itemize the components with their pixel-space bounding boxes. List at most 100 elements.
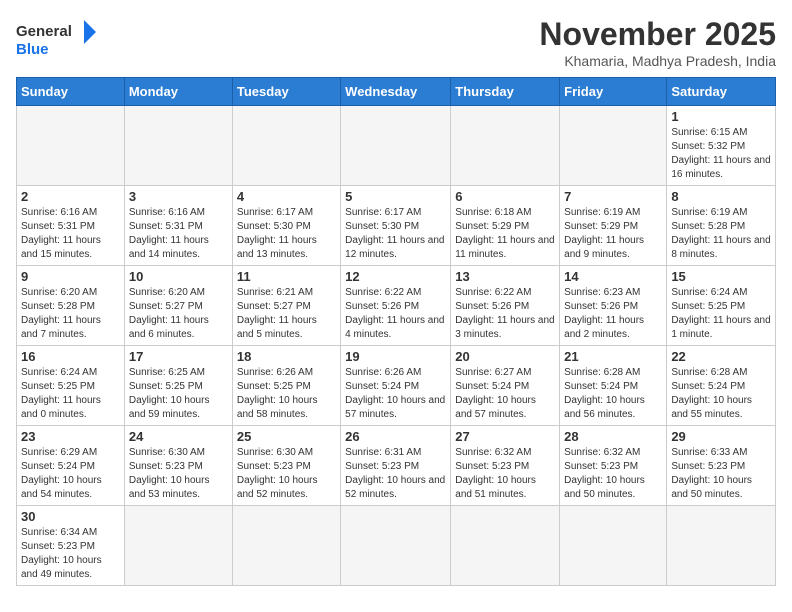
logo-brand: General Blue xyxy=(16,16,96,66)
day-info: Sunrise: 6:16 AM Sunset: 5:31 PM Dayligh… xyxy=(129,206,228,262)
day-number: 23 xyxy=(21,429,120,444)
month-title: November 2025 xyxy=(539,16,776,53)
day-info: Sunrise: 6:15 AM Sunset: 5:32 PM Dayligh… xyxy=(671,126,771,182)
calendar-cell: 19Sunrise: 6:26 AM Sunset: 5:24 PM Dayli… xyxy=(341,346,451,426)
day-info: Sunrise: 6:34 AM Sunset: 5:23 PM Dayligh… xyxy=(21,526,120,582)
calendar-cell: 28 Sunrise: 6:32 AM Sunset: 5:23 PM Dayli… xyxy=(560,426,667,506)
day-number: 6 xyxy=(455,189,555,204)
calendar-cell xyxy=(232,106,340,186)
calendar-cell: 5Sunrise: 6:17 AM Sunset: 5:30 PM Daylig… xyxy=(341,186,451,266)
day-number: 4 xyxy=(237,189,336,204)
weekday-header-sunday: Sunday xyxy=(17,78,125,106)
day-number: 3 xyxy=(129,189,228,204)
calendar-cell: 2 Sunrise: 6:16 AM Sunset: 5:31 PM Daylig… xyxy=(17,186,125,266)
calendar-cell xyxy=(341,106,451,186)
day-info: Sunrise: 6:24 AM Sunset: 5:25 PM Dayligh… xyxy=(671,286,771,342)
calendar-cell: 26 Sunrise: 6:31 AM Sunset: 5:23 PM Dayli… xyxy=(341,426,451,506)
day-info: Sunrise: 6:28 AM Sunset: 5:24 PM Dayligh… xyxy=(564,366,662,422)
calendar-cell xyxy=(560,506,667,586)
day-number: 9 xyxy=(21,269,120,284)
weekday-header-thursday: Thursday xyxy=(451,78,560,106)
calendar-cell: 23Sunrise: 6:29 AM Sunset: 5:24 PM Dayli… xyxy=(17,426,125,506)
logo-svg: General Blue xyxy=(16,16,96,66)
day-number: 26 xyxy=(345,429,446,444)
calendar-cell: 13Sunrise: 6:22 AM Sunset: 5:26 PM Dayli… xyxy=(451,266,560,346)
day-number: 19 xyxy=(345,349,446,364)
svg-text:Blue: Blue xyxy=(16,41,49,58)
day-info: Sunrise: 6:30 AM Sunset: 5:23 PM Dayligh… xyxy=(129,446,228,502)
day-number: 30 xyxy=(21,509,120,524)
calendar-cell: 4 Sunrise: 6:17 AM Sunset: 5:30 PM Daylig… xyxy=(232,186,340,266)
calendar-cell xyxy=(560,106,667,186)
day-number: 25 xyxy=(237,429,336,444)
day-info: Sunrise: 6:32 AM Sunset: 5:23 PM Dayligh… xyxy=(564,446,662,502)
page-header: General Blue November 2025 Khamaria, Mad… xyxy=(16,16,776,69)
day-number: 12 xyxy=(345,269,446,284)
week-row-4: 16 Sunrise: 6:24 AM Sunset: 5:25 PM Dayli… xyxy=(17,346,776,426)
day-info: Sunrise: 6:27 AM Sunset: 5:24 PM Dayligh… xyxy=(455,366,555,422)
day-info: Sunrise: 6:17 AM Sunset: 5:30 PM Dayligh… xyxy=(237,206,336,262)
day-info: Sunrise: 6:30 AM Sunset: 5:23 PM Dayligh… xyxy=(237,446,336,502)
calendar-cell xyxy=(451,506,560,586)
day-info: Sunrise: 6:26 AM Sunset: 5:25 PM Dayligh… xyxy=(237,366,336,422)
calendar-cell xyxy=(667,506,776,586)
calendar-cell: 7Sunrise: 6:19 AM Sunset: 5:29 PM Daylig… xyxy=(560,186,667,266)
weekday-header-friday: Friday xyxy=(560,78,667,106)
day-number: 17 xyxy=(129,349,228,364)
day-info: Sunrise: 6:25 AM Sunset: 5:25 PM Dayligh… xyxy=(129,366,228,422)
day-number: 20 xyxy=(455,349,555,364)
day-number: 28 xyxy=(564,429,662,444)
day-number: 7 xyxy=(564,189,662,204)
day-number: 14 xyxy=(564,269,662,284)
day-info: Sunrise: 6:23 AM Sunset: 5:26 PM Dayligh… xyxy=(564,286,662,342)
day-info: Sunrise: 6:16 AM Sunset: 5:31 PM Dayligh… xyxy=(21,206,120,262)
day-number: 18 xyxy=(237,349,336,364)
day-number: 21 xyxy=(564,349,662,364)
weekday-header-saturday: Saturday xyxy=(667,78,776,106)
calendar-cell: 29 Sunrise: 6:33 AM Sunset: 5:23 PM Dayli… xyxy=(667,426,776,506)
calendar-cell: 25 Sunrise: 6:30 AM Sunset: 5:23 PM Dayli… xyxy=(232,426,340,506)
week-row-1: 1Sunrise: 6:15 AM Sunset: 5:32 PM Daylig… xyxy=(17,106,776,186)
day-info: Sunrise: 6:22 AM Sunset: 5:26 PM Dayligh… xyxy=(345,286,446,342)
weekday-header-monday: Monday xyxy=(124,78,232,106)
calendar-cell xyxy=(341,506,451,586)
day-number: 2 xyxy=(21,189,120,204)
calendar-cell: 1Sunrise: 6:15 AM Sunset: 5:32 PM Daylig… xyxy=(667,106,776,186)
calendar-cell: 24Sunrise: 6:30 AM Sunset: 5:23 PM Dayli… xyxy=(124,426,232,506)
day-info: Sunrise: 6:21 AM Sunset: 5:27 PM Dayligh… xyxy=(237,286,336,342)
calendar-cell xyxy=(232,506,340,586)
calendar-cell: 22 Sunrise: 6:28 AM Sunset: 5:24 PM Dayli… xyxy=(667,346,776,426)
logo: General Blue xyxy=(16,16,96,66)
weekday-header-wednesday: Wednesday xyxy=(341,78,451,106)
calendar-cell: 3 Sunrise: 6:16 AM Sunset: 5:31 PM Daylig… xyxy=(124,186,232,266)
week-row-3: 9 Sunrise: 6:20 AM Sunset: 5:28 PM Daylig… xyxy=(17,266,776,346)
location-subtitle: Khamaria, Madhya Pradesh, India xyxy=(539,53,776,69)
day-number: 11 xyxy=(237,269,336,284)
day-number: 13 xyxy=(455,269,555,284)
day-info: Sunrise: 6:18 AM Sunset: 5:29 PM Dayligh… xyxy=(455,206,555,262)
day-info: Sunrise: 6:17 AM Sunset: 5:30 PM Dayligh… xyxy=(345,206,446,262)
day-number: 8 xyxy=(671,189,771,204)
day-number: 16 xyxy=(21,349,120,364)
calendar-cell: 14 Sunrise: 6:23 AM Sunset: 5:26 PM Dayli… xyxy=(560,266,667,346)
day-info: Sunrise: 6:31 AM Sunset: 5:23 PM Dayligh… xyxy=(345,446,446,502)
calendar-cell: 10Sunrise: 6:20 AM Sunset: 5:27 PM Dayli… xyxy=(124,266,232,346)
day-info: Sunrise: 6:32 AM Sunset: 5:23 PM Dayligh… xyxy=(455,446,555,502)
calendar-cell: 20 Sunrise: 6:27 AM Sunset: 5:24 PM Dayli… xyxy=(451,346,560,426)
day-number: 29 xyxy=(671,429,771,444)
title-area: November 2025 Khamaria, Madhya Pradesh, … xyxy=(539,16,776,69)
week-row-2: 2 Sunrise: 6:16 AM Sunset: 5:31 PM Daylig… xyxy=(17,186,776,266)
day-number: 10 xyxy=(129,269,228,284)
day-info: Sunrise: 6:20 AM Sunset: 5:28 PM Dayligh… xyxy=(21,286,120,342)
calendar-cell: 17 Sunrise: 6:25 AM Sunset: 5:25 PM Dayli… xyxy=(124,346,232,426)
calendar-cell: 16 Sunrise: 6:24 AM Sunset: 5:25 PM Dayli… xyxy=(17,346,125,426)
calendar-cell: 30 Sunrise: 6:34 AM Sunset: 5:23 PM Dayli… xyxy=(17,506,125,586)
day-number: 22 xyxy=(671,349,771,364)
day-number: 15 xyxy=(671,269,771,284)
calendar-cell: 12 Sunrise: 6:22 AM Sunset: 5:26 PM Dayli… xyxy=(341,266,451,346)
day-info: Sunrise: 6:24 AM Sunset: 5:25 PM Dayligh… xyxy=(21,366,120,422)
day-info: Sunrise: 6:33 AM Sunset: 5:23 PM Dayligh… xyxy=(671,446,771,502)
calendar-cell: 15 Sunrise: 6:24 AM Sunset: 5:25 PM Dayli… xyxy=(667,266,776,346)
day-info: Sunrise: 6:28 AM Sunset: 5:24 PM Dayligh… xyxy=(671,366,771,422)
calendar-cell: 8Sunrise: 6:19 AM Sunset: 5:28 PM Daylig… xyxy=(667,186,776,266)
